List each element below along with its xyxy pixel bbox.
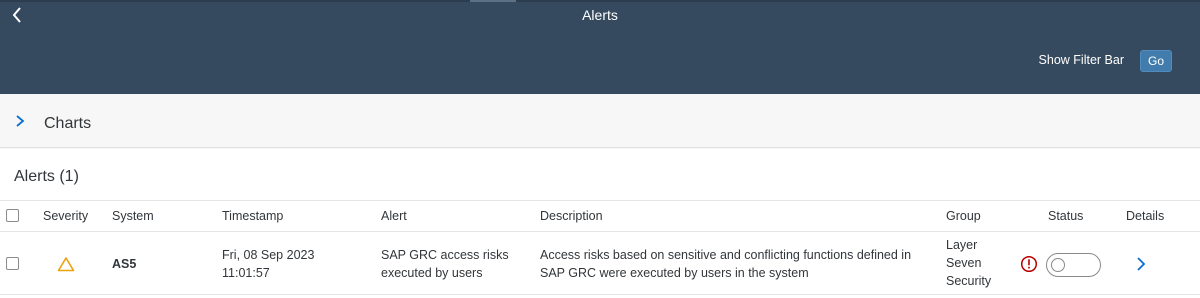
system-value: AS5 (112, 257, 137, 271)
group-value: Layer Seven Security (946, 236, 991, 290)
timestamp-value: Fri, 08 Sep 2023 11:01:57 (222, 246, 314, 282)
table-row[interactable]: AS5 Fri, 08 Sep 2023 11:01:57 SAP GRC ac… (0, 233, 1200, 295)
go-button[interactable]: Go (1140, 50, 1172, 72)
alert-line-2: executed by users (381, 266, 483, 280)
select-all-checkbox[interactable] (6, 209, 19, 222)
toggle-knob (1051, 258, 1065, 272)
alerts-table: Alerts (1) Severity System Timestamp Ale… (0, 149, 1200, 298)
group-line-3: Security (946, 274, 992, 288)
chevron-right-icon[interactable] (1134, 256, 1148, 272)
group-line-2: Seven (946, 256, 982, 270)
page-title: Alerts (582, 7, 618, 23)
group-line-1: Layer (946, 238, 978, 252)
timestamp-date: Fri, 08 Sep 2023 (222, 248, 315, 262)
charts-panel-title: Charts (44, 115, 92, 132)
chevron-right-icon[interactable] (13, 114, 27, 128)
description-line-2: SAP GRC were executed by users in the sy… (540, 266, 809, 280)
warning-triangle-icon (57, 257, 75, 272)
show-filter-bar-link[interactable]: Show Filter Bar (1039, 53, 1124, 67)
column-header-group[interactable]: Group (946, 209, 981, 223)
alert-value: SAP GRC access risks executed by users (381, 246, 509, 282)
column-header-severity[interactable]: Severity (43, 209, 88, 223)
charts-panel[interactable]: Charts (0, 94, 1200, 148)
shell-bar-tab-indicator (470, 0, 516, 2)
alert-line-1: SAP GRC access risks (381, 248, 509, 262)
description-value: Access risks based on sensitive and conf… (540, 246, 911, 282)
column-header-status[interactable]: Status (1048, 209, 1083, 223)
column-header-system[interactable]: System (112, 209, 154, 223)
status-toggle[interactable] (1046, 253, 1101, 277)
column-header-alert[interactable]: Alert (381, 209, 407, 223)
description-line-1: Access risks based on sensitive and conf… (540, 248, 912, 262)
column-header-details[interactable]: Details (1126, 209, 1164, 223)
page-header: Show Filter Bar Go (0, 30, 1200, 94)
shell-bar: Alerts (0, 0, 1200, 32)
column-header-timestamp[interactable]: Timestamp (222, 209, 283, 223)
error-circle-icon (1020, 255, 1038, 273)
table-header: Severity System Timestamp Alert Descript… (0, 200, 1200, 232)
row-select-checkbox[interactable] (6, 257, 19, 270)
timestamp-time: 11:01:57 (222, 266, 270, 280)
table-title: Alerts (1) (14, 168, 79, 185)
column-header-description[interactable]: Description (540, 209, 603, 223)
